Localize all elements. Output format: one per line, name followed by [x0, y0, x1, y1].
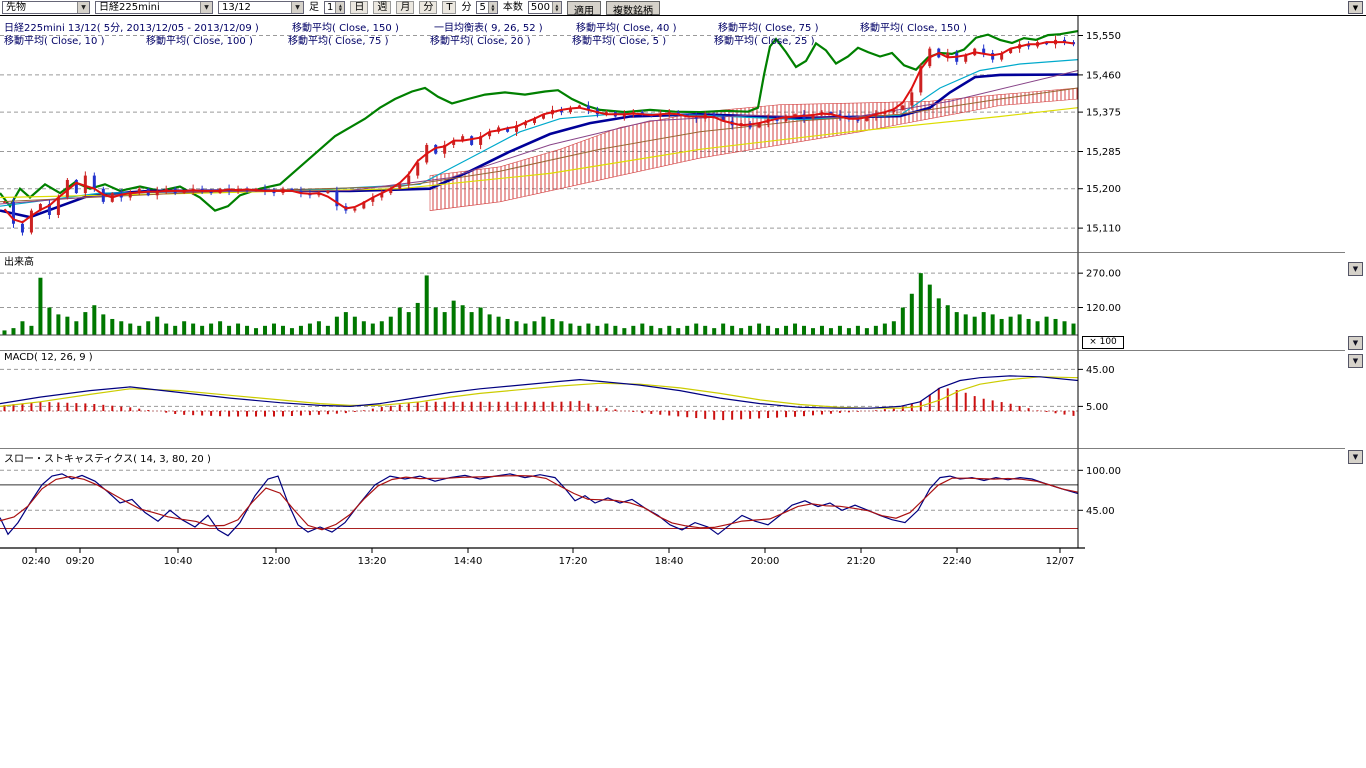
svg-text:15,200: 15,200	[1086, 184, 1121, 195]
minute-unit-label: 分	[461, 1, 471, 14]
price-panel: 15,550 15,460 15,375 15,285 15,200 15,110	[0, 31, 1121, 236]
legend-item: 移動平均( Close, 20 )	[430, 32, 572, 47]
contract-month-value: 13/12	[219, 2, 254, 13]
multiplier-dropdown-button[interactable]: ▼	[1348, 336, 1363, 350]
svg-text:12/07: 12/07	[1046, 556, 1075, 567]
chevron-down-icon: ▼	[200, 2, 212, 13]
spinner-arrows-icon: ▲▼	[552, 2, 561, 13]
svg-text:09:20: 09:20	[66, 556, 95, 567]
chevron-down-icon: ▼	[1353, 339, 1358, 347]
svg-text:5.00: 5.00	[1086, 402, 1108, 413]
period-day-button[interactable]: 日	[350, 1, 368, 14]
multi-symbol-button[interactable]: 複数銘柄	[606, 1, 660, 15]
svg-text:45.00: 45.00	[1086, 365, 1115, 376]
svg-text:100.00: 100.00	[1086, 466, 1121, 477]
legend-item: 移動平均( Close, 10 )	[4, 32, 146, 47]
bar-interval-value: 1	[325, 2, 335, 13]
legend-item: 移動平均( Close, 25 )	[714, 32, 856, 47]
legend-item: 移動平均( Close, 100 )	[146, 32, 288, 47]
svg-text:15,285: 15,285	[1086, 147, 1121, 158]
macd-panel-title: MACD( 12, 26, 9 )	[4, 352, 93, 363]
symbol-select[interactable]: 日経225mini ▼	[95, 1, 213, 14]
period-tick-button[interactable]: T	[442, 1, 456, 14]
main-toolbar: 先物 ▼ 日経225mini ▼ 13/12 ▼ 足 1 ▲▼ 日 週 月 分 …	[0, 0, 1366, 16]
symbol-value: 日経225mini	[96, 2, 163, 13]
spinner-arrows-icon: ▲▼	[335, 2, 344, 13]
chevron-down-icon: ▼	[77, 2, 89, 13]
chart-canvas: 15,550 15,460 15,375 15,285 15,200 15,110 270.…	[0, 0, 1366, 580]
indicator-legend-row2: 移動平均( Close, 10 )移動平均( Close, 100 )移動平均(…	[4, 32, 856, 47]
svg-text:10:40: 10:40	[164, 556, 193, 567]
volume-panel-dropdown-button[interactable]: ▼	[1348, 262, 1363, 276]
svg-text:270.00: 270.00	[1086, 269, 1121, 280]
svg-text:15,110: 15,110	[1086, 224, 1121, 235]
svg-text:13:20: 13:20	[358, 556, 387, 567]
stochastics-panel: 100.00 45.00	[0, 466, 1121, 536]
svg-text:15,460: 15,460	[1086, 70, 1121, 81]
bar-count-value: 500	[529, 2, 552, 13]
bar-type-label: 足	[309, 1, 319, 14]
svg-text:120.00: 120.00	[1086, 303, 1121, 314]
svg-text:17:20: 17:20	[559, 556, 588, 567]
volume-panel: 270.00 120.00	[0, 269, 1121, 335]
bar-count-label: 本数	[503, 1, 523, 14]
apply-button[interactable]: 適用	[567, 1, 601, 15]
stochastics-panel-dropdown-button[interactable]: ▼	[1348, 450, 1363, 464]
macd-panel-dropdown-button[interactable]: ▼	[1348, 354, 1363, 368]
legend-item: 移動平均( Close, 5 )	[572, 32, 714, 47]
chevron-down-icon: ▼	[1353, 4, 1358, 12]
chevron-down-icon: ▼	[1353, 453, 1358, 461]
legend-item: 移動平均( Close, 75 )	[288, 32, 430, 47]
svg-text:18:40: 18:40	[655, 556, 684, 567]
svg-text:15,375: 15,375	[1086, 108, 1121, 119]
minute-value: 5	[477, 2, 487, 13]
category-select[interactable]: 先物 ▼	[2, 1, 90, 14]
svg-text:02:40: 02:40	[22, 556, 51, 567]
period-minute-button[interactable]: 分	[419, 1, 437, 14]
svg-text:12:00: 12:00	[262, 556, 291, 567]
contract-month-select[interactable]: 13/12 ▼	[218, 1, 304, 14]
category-value: 先物	[3, 2, 29, 13]
volume-panel-title: 出来高	[4, 253, 34, 268]
period-month-button[interactable]: 月	[396, 1, 414, 14]
svg-text:20:00: 20:00	[751, 556, 780, 567]
macd-panel: 45.00 5.00	[0, 365, 1115, 420]
svg-text:14:40: 14:40	[454, 556, 483, 567]
spinner-arrows-icon: ▲▼	[488, 2, 497, 13]
chevron-down-icon: ▼	[291, 2, 303, 13]
toolbar-dropdown-button[interactable]: ▼	[1348, 1, 1363, 14]
chevron-down-icon: ▼	[1353, 265, 1358, 273]
svg-text:15,550: 15,550	[1086, 31, 1121, 42]
chevron-down-icon: ▼	[1353, 357, 1358, 365]
minute-spinner[interactable]: 5 ▲▼	[476, 1, 497, 14]
stochastics-panel-title: スロー・ストキャスティクス( 14, 3, 80, 20 )	[4, 450, 211, 465]
legend-item: 移動平均( Close, 150 )	[860, 19, 1002, 34]
svg-text:21:20: 21:20	[847, 556, 876, 567]
svg-text:22:40: 22:40	[943, 556, 972, 567]
period-week-button[interactable]: 週	[373, 1, 391, 14]
bar-count-spinner[interactable]: 500 ▲▼	[528, 1, 562, 14]
bar-interval-spinner[interactable]: 1 ▲▼	[324, 1, 345, 14]
volume-multiplier-box: × 100	[1082, 336, 1124, 349]
svg-text:45.00: 45.00	[1086, 506, 1115, 517]
